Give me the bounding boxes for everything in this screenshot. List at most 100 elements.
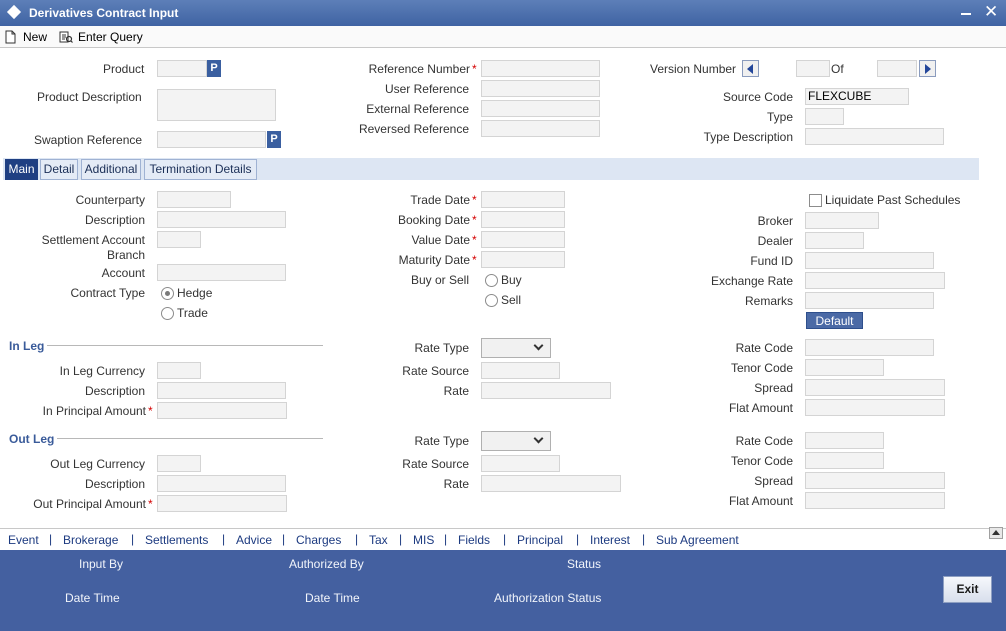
trade-date-label: Trade Date: [410, 193, 470, 207]
out-leg-currency-input[interactable]: [157, 455, 201, 472]
product-description-field: [157, 89, 276, 121]
trade-radio[interactable]: [161, 307, 174, 320]
trade-date-input[interactable]: [481, 191, 565, 208]
new-button[interactable]: New: [4, 29, 47, 45]
enter-query-button[interactable]: Enter Query: [59, 29, 143, 45]
dealer-input[interactable]: [805, 232, 864, 249]
out-leg-flat-amount-input[interactable]: [805, 492, 945, 509]
toolbar: New Enter Query: [0, 26, 1006, 48]
link-advice[interactable]: Advice: [236, 532, 272, 548]
tab-additional[interactable]: Additional: [81, 159, 141, 180]
reference-number-field[interactable]: [481, 60, 600, 77]
authorized-by-label: Authorized By: [289, 557, 364, 571]
link-brokerage[interactable]: Brokerage: [63, 532, 118, 548]
out-leg-rate-type-select[interactable]: [481, 431, 551, 451]
product-lov-button[interactable]: P: [207, 60, 221, 77]
exit-button[interactable]: Exit: [943, 576, 992, 603]
out-principal-amount-input[interactable]: [157, 495, 287, 512]
settlement-branch-input[interactable]: [157, 231, 201, 248]
external-reference-field[interactable]: [481, 100, 600, 117]
scroll-up-icon[interactable]: [989, 527, 1003, 539]
link-separator: |: [282, 532, 286, 546]
input-by-label: Input By: [79, 557, 124, 571]
booking-date-input[interactable]: [481, 211, 565, 228]
user-reference-field[interactable]: [481, 80, 600, 97]
settlement-account-label: Settlement Account: [41, 233, 145, 247]
value-date-label: Value Date: [411, 233, 470, 247]
out-leg-tenor-code-input[interactable]: [805, 452, 884, 469]
type-label: Type: [766, 110, 793, 124]
reversed-reference-field[interactable]: [481, 120, 600, 137]
tab-main[interactable]: Main: [5, 159, 38, 180]
tab-detail[interactable]: Detail: [40, 159, 78, 180]
default-button[interactable]: Default: [806, 312, 863, 329]
in-leg-flat-amount-input[interactable]: [805, 399, 945, 416]
out-leg-section-title: Out Leg: [9, 432, 55, 446]
value-date-input[interactable]: [481, 231, 565, 248]
settlement-account-input[interactable]: [157, 264, 286, 281]
fund-id-input[interactable]: [805, 252, 934, 269]
maturity-date-label: Maturity Date: [398, 253, 470, 267]
in-leg-rate-input[interactable]: [481, 382, 611, 399]
product-description-label: Product Description: [37, 90, 142, 104]
new-document-icon: [5, 30, 16, 44]
chevron-down-icon: [533, 433, 544, 444]
in-leg-rate-source-label: Rate Source: [402, 364, 469, 378]
in-leg-section-title: In Leg: [9, 339, 45, 353]
version-prev-button[interactable]: [742, 60, 759, 77]
hedge-radio[interactable]: [161, 287, 174, 300]
close-icon[interactable]: ✕: [984, 2, 998, 22]
tab-termination-details[interactable]: Termination Details: [144, 159, 257, 180]
in-leg-rate-type-label: Rate Type: [414, 341, 469, 355]
source-code-label: Source Code: [722, 90, 793, 104]
minimize-icon[interactable]: [961, 13, 971, 15]
link-separator: |: [49, 532, 53, 546]
counterparty-description-label: Description: [84, 213, 145, 227]
link-mis[interactable]: MIS: [413, 532, 434, 548]
counterparty-input[interactable]: [157, 191, 231, 208]
remarks-input[interactable]: [805, 292, 934, 309]
out-leg-rate-source-input[interactable]: [481, 455, 560, 472]
version-next-button[interactable]: [919, 60, 936, 77]
in-principal-amount-input[interactable]: [157, 402, 287, 419]
link-sub-agreement[interactable]: Sub Agreement: [656, 532, 739, 548]
in-leg-tenor-code-input[interactable]: [805, 359, 884, 376]
in-leg-rate-code-input[interactable]: [805, 339, 934, 356]
link-principal[interactable]: Principal: [517, 532, 563, 548]
link-tax[interactable]: Tax: [369, 532, 388, 548]
link-fields[interactable]: Fields: [458, 532, 490, 548]
out-leg-flat-amount-label: Flat Amount: [728, 494, 793, 508]
in-leg-rate-source-input[interactable]: [481, 362, 560, 379]
link-charges[interactable]: Charges: [296, 532, 341, 548]
product-input[interactable]: [157, 60, 207, 77]
buy-radio[interactable]: [485, 274, 498, 287]
out-leg-rate-code-input[interactable]: [805, 432, 884, 449]
trade-label: Trade: [177, 306, 208, 320]
maturity-date-input[interactable]: [481, 251, 565, 268]
link-event[interactable]: Event: [8, 532, 39, 548]
out-leg-rate-input[interactable]: [481, 475, 621, 492]
in-leg-spread-input[interactable]: [805, 379, 945, 396]
sell-radio[interactable]: [485, 294, 498, 307]
counterparty-description-field: [157, 211, 286, 228]
version-number-label: Version Number: [650, 62, 737, 76]
user-reference-label: User Reference: [384, 82, 469, 96]
exchange-rate-input[interactable]: [805, 272, 945, 289]
liquidate-past-schedules-checkbox[interactable]: [809, 194, 822, 207]
sell-label: Sell: [501, 293, 522, 307]
link-separator: |: [576, 532, 580, 546]
link-settlements[interactable]: Settlements: [145, 532, 208, 548]
in-leg-description-field: [157, 382, 286, 399]
broker-input[interactable]: [805, 212, 879, 229]
out-leg-spread-label: Spread: [754, 474, 793, 488]
swaption-reference-input[interactable]: [157, 131, 266, 148]
swaption-lov-button[interactable]: P: [267, 131, 281, 148]
in-leg-rate-type-select[interactable]: [481, 338, 551, 358]
link-interest[interactable]: Interest: [590, 532, 630, 548]
out-leg-spread-input[interactable]: [805, 472, 945, 489]
query-icon: [59, 31, 73, 43]
in-leg-currency-input[interactable]: [157, 362, 201, 379]
type-field: [805, 108, 844, 125]
status-label: Status: [567, 557, 602, 571]
authorized-date-time-label: Date Time: [305, 591, 360, 605]
